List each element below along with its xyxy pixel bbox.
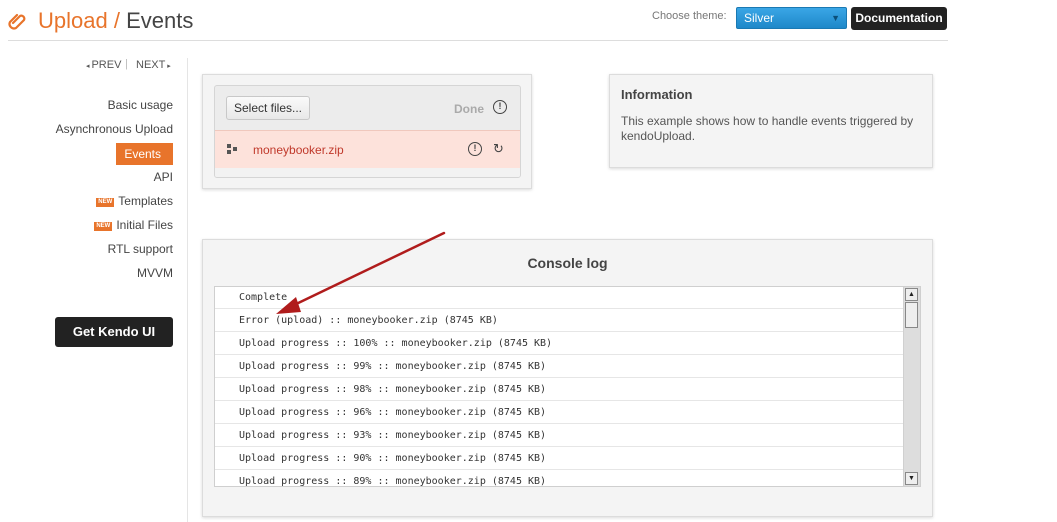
- select-files-button[interactable]: Select files...: [226, 96, 310, 120]
- paperclip-icon: [8, 13, 26, 30]
- sidebar-item-rtl-support[interactable]: RTL support: [108, 242, 173, 256]
- console-title: Console log: [527, 255, 608, 271]
- page-title: Upload / Events: [38, 7, 193, 35]
- information-text: This example shows how to handle events …: [621, 114, 914, 143]
- breadcrumb-separator: /: [113, 8, 120, 33]
- sidebar-item-basic-usage[interactable]: Basic usage: [108, 98, 173, 112]
- log-row: Complete: [215, 287, 903, 309]
- scroll-down-icon[interactable]: ▼: [905, 472, 918, 485]
- log-row: Upload progress :: 99% :: moneybooker.zi…: [215, 356, 903, 378]
- sidebar-item-label: MVVM: [137, 266, 173, 280]
- upload-status-label: Done: [454, 102, 484, 116]
- information-title: Information: [621, 87, 693, 102]
- warning-icon: !: [493, 100, 507, 114]
- prev-link[interactable]: ◂ PREV: [86, 59, 121, 71]
- next-label: NEXT: [136, 59, 166, 71]
- log-row: Error (upload) :: moneybooker.zip (8745 …: [215, 310, 903, 332]
- file-icon: [227, 144, 237, 154]
- upload-file-row: moneybooker.zip ! ↻: [215, 130, 520, 168]
- error-icon: !: [468, 142, 482, 156]
- sidebar-item-asynchronous-upload[interactable]: Asynchronous Upload: [56, 122, 173, 136]
- sidebar-item-initial-files[interactable]: NEW Initial Files: [94, 218, 173, 232]
- sidebar-item-label: Templates: [118, 194, 173, 208]
- get-kendo-ui-button[interactable]: Get Kendo UI: [55, 317, 173, 347]
- scroll-up-icon[interactable]: ▲: [905, 288, 918, 301]
- theme-select[interactable]: Silver ▼: [736, 7, 847, 29]
- pager-divider: |: [125, 58, 128, 70]
- new-badge: NEW: [96, 198, 115, 207]
- console-scrollbar[interactable]: ▲ ▼: [903, 287, 920, 486]
- console-panel: Console log Complete Error (upload) :: m…: [202, 239, 933, 517]
- console-log[interactable]: Complete Error (upload) :: moneybooker.z…: [214, 286, 921, 487]
- breadcrumb-page: Events: [126, 8, 194, 33]
- sidebar-item-events[interactable]: Events: [116, 143, 173, 165]
- sidebar-item-label: Events: [124, 147, 161, 161]
- log-row: Upload progress :: 89% :: moneybooker.zi…: [215, 471, 903, 486]
- theme-label: Choose theme:: [652, 10, 727, 22]
- log-row: Upload progress :: 96% :: moneybooker.zi…: [215, 402, 903, 424]
- log-row: Upload progress :: 90% :: moneybooker.zi…: [215, 448, 903, 470]
- log-row: Upload progress :: 93% :: moneybooker.zi…: [215, 425, 903, 447]
- sidebar-item-label: RTL support: [107, 242, 173, 256]
- sidebar-item-label: Asynchronous Upload: [55, 122, 173, 136]
- chevron-down-icon: ▼: [831, 13, 840, 23]
- retry-icon[interactable]: ↻: [493, 141, 504, 157]
- next-link[interactable]: NEXT ▸: [136, 59, 171, 71]
- page-header: Upload / Events Choose theme: Silver ▼ D…: [0, 0, 1057, 42]
- sidebar-item-templates[interactable]: NEW Templates: [96, 194, 173, 208]
- header-divider: [8, 40, 948, 41]
- sidebar-item-label: Basic usage: [107, 98, 173, 112]
- chevron-right-icon: ▸: [165, 63, 171, 70]
- new-badge: NEW: [94, 222, 113, 231]
- breadcrumb-section[interactable]: Upload: [38, 8, 108, 33]
- sidebar-item-api[interactable]: API: [154, 170, 173, 184]
- sidebar-item-label: API: [153, 170, 173, 184]
- documentation-button[interactable]: Documentation: [851, 7, 947, 30]
- log-row: Upload progress :: 98% :: moneybooker.zi…: [215, 379, 903, 401]
- upload-demo-panel: Select files... Done ! moneybooker.zip !…: [202, 74, 532, 189]
- sidebar-item-mvvm[interactable]: MVVM: [137, 266, 173, 280]
- upload-file-list-footer: [215, 168, 520, 177]
- sidebar-divider: [187, 58, 188, 522]
- prev-label: PREV: [91, 59, 122, 71]
- sidebar-item-label: Initial Files: [116, 218, 173, 232]
- file-name: moneybooker.zip: [253, 143, 344, 157]
- scroll-thumb[interactable]: [905, 302, 918, 328]
- upload-widget: Select files... Done ! moneybooker.zip !…: [214, 85, 521, 178]
- log-row: Upload progress :: 100% :: moneybooker.z…: [215, 333, 903, 355]
- theme-select-value: Silver: [744, 11, 775, 25]
- information-panel: Information This example shows how to ha…: [609, 74, 933, 168]
